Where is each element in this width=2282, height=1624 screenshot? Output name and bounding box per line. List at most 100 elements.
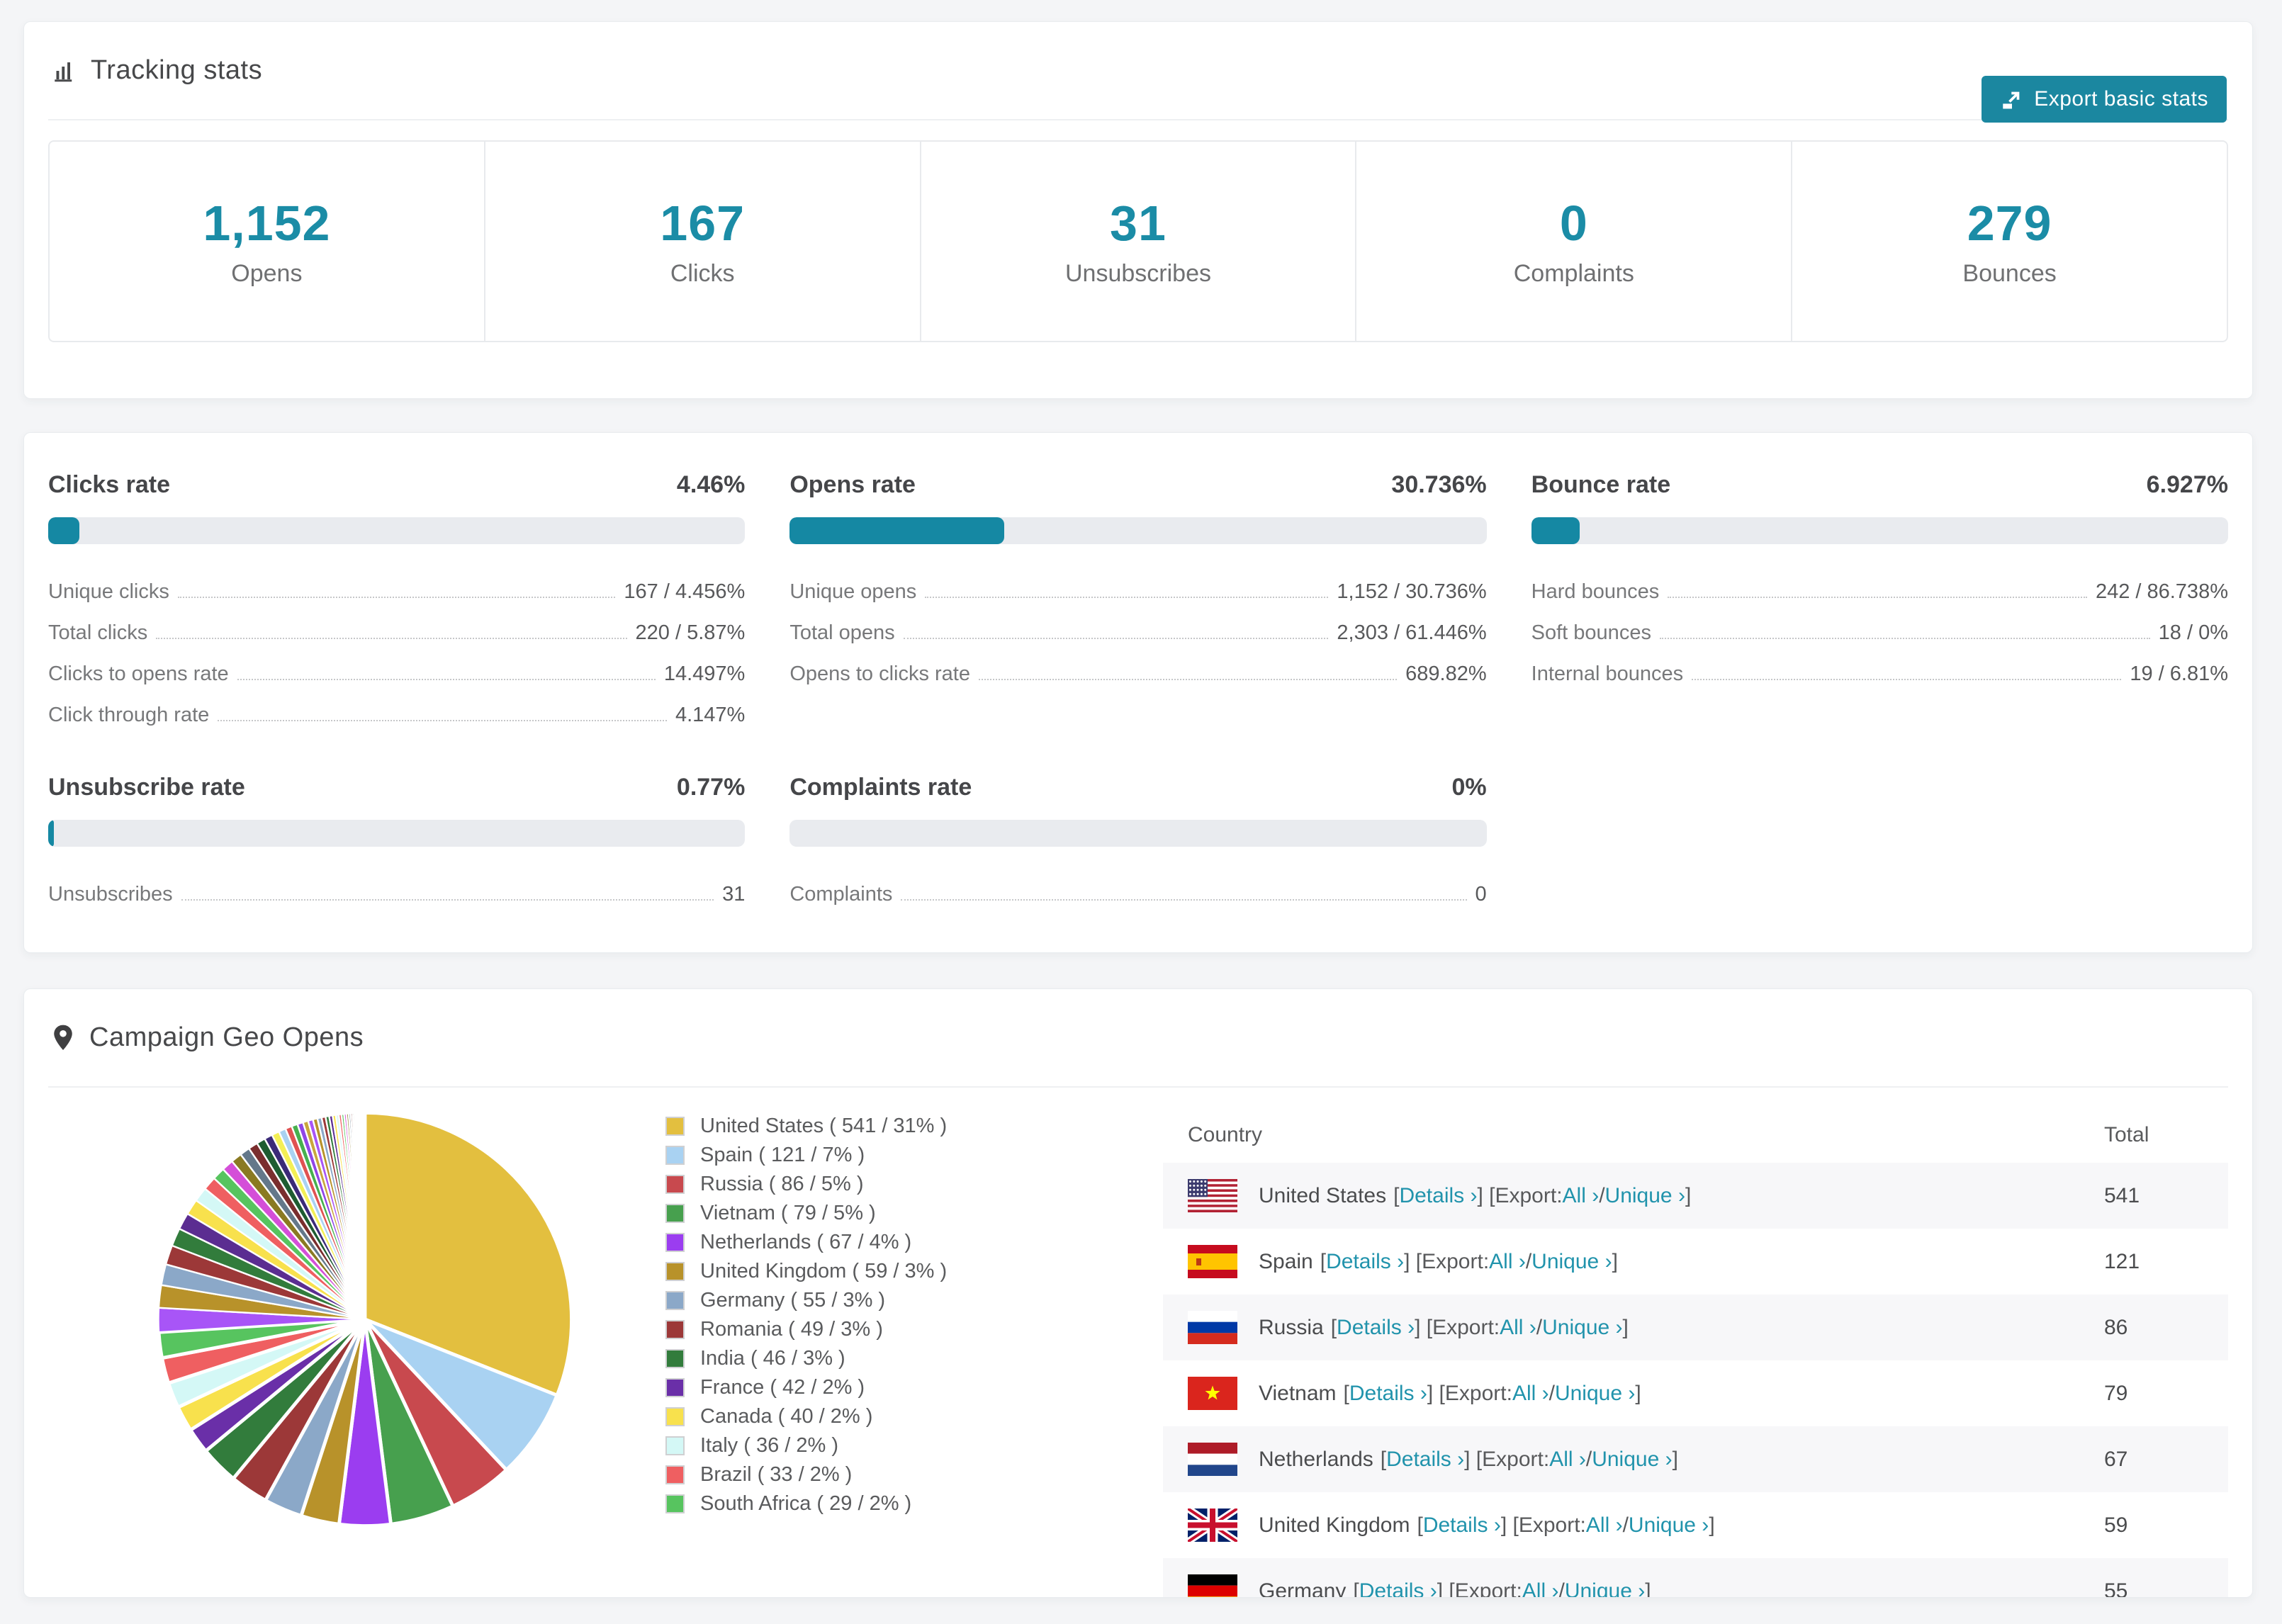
- details-link[interactable]: Details ›: [1399, 1184, 1477, 1208]
- export-all-link[interactable]: All ›: [1512, 1382, 1549, 1406]
- rate-detail-label: Soft bounces: [1531, 621, 1651, 644]
- rate-percent: 30.736%: [1391, 471, 1487, 498]
- details-link[interactable]: Details ›: [1386, 1448, 1464, 1472]
- legend-item[interactable]: Romania ( 49 / 3% ): [665, 1315, 947, 1344]
- total-cell: 67: [2104, 1447, 2128, 1471]
- legend-item[interactable]: United Kingdom ( 59 / 3% ): [665, 1257, 947, 1286]
- rate-rows: Complaints 0: [789, 867, 1486, 908]
- legend-swatch: [665, 1291, 685, 1310]
- export-unique-link[interactable]: Unique ›: [1542, 1316, 1622, 1340]
- rate-percent: 4.46%: [676, 471, 746, 498]
- legend-item[interactable]: Italy ( 36 / 2% ): [665, 1431, 947, 1460]
- dotted-leader: [1668, 597, 2087, 598]
- rate-detail-value: 4.147%: [675, 704, 746, 726]
- country-name: Spain: [1259, 1249, 1313, 1273]
- legend-item[interactable]: Canada ( 40 / 2% ): [665, 1402, 947, 1431]
- export-unique-link[interactable]: Unique ›: [1605, 1184, 1685, 1208]
- export-basic-stats-button[interactable]: Export basic stats: [1982, 76, 2227, 123]
- legend-item[interactable]: India ( 46 / 3% ): [665, 1344, 947, 1373]
- details-link[interactable]: Details ›: [1326, 1250, 1404, 1274]
- legend-item[interactable]: Brazil ( 33 / 2% ): [665, 1460, 947, 1489]
- rate-head: Bounce rate 6.927%: [1531, 471, 2228, 499]
- legend-item[interactable]: France ( 42 / 2% ): [665, 1373, 947, 1402]
- legend-label: Spain ( 121 / 7% ): [700, 1144, 865, 1166]
- details-link[interactable]: Details ›: [1359, 1579, 1437, 1598]
- total-column-header: Total: [2104, 1123, 2149, 1146]
- country-row: United Kingdom [Details ›] [Export: All …: [1163, 1492, 2228, 1558]
- export-all-link[interactable]: All ›: [1522, 1579, 1559, 1598]
- legend-item[interactable]: Russia ( 86 / 5% ): [665, 1170, 947, 1199]
- details-link[interactable]: Details ›: [1349, 1382, 1427, 1406]
- legend-item[interactable]: Netherlands ( 67 / 4% ): [665, 1228, 947, 1257]
- rate-detail-value: 220 / 5.87%: [635, 621, 746, 644]
- export-unique-link[interactable]: Unique ›: [1629, 1513, 1709, 1538]
- legend-label: Russia ( 86 / 5% ): [700, 1173, 864, 1195]
- country-row: Vietnam [Details ›] [Export: All › / Uni…: [1163, 1360, 2228, 1426]
- country-name: United Kingdom: [1259, 1513, 1410, 1537]
- legend-swatch: [665, 1117, 685, 1136]
- rate-panel: Complaints rate 0% Complaints 0: [789, 774, 1487, 908]
- legend-swatch: [665, 1233, 685, 1252]
- stat-label: Unsubscribes: [1065, 260, 1211, 287]
- details-link[interactable]: Details ›: [1423, 1513, 1501, 1538]
- legend-item[interactable]: South Africa ( 29 / 2% ): [665, 1489, 947, 1518]
- legend-swatch: [665, 1378, 685, 1397]
- table-body: United States [Details ›] [Export: All ›…: [1163, 1163, 2228, 1598]
- legend-label: France ( 42 / 2% ): [700, 1376, 865, 1399]
- country-row: Germany [Details ›] [Export: All › / Uni…: [1163, 1558, 2228, 1598]
- rate-title: Bounce rate: [1531, 471, 1671, 498]
- rate-detail-value: 2,303 / 61.446%: [1337, 621, 1487, 644]
- rate-detail-row: Unique clicks 167 / 4.456%: [48, 564, 745, 605]
- stat-label: Clicks: [670, 260, 735, 287]
- country-cell: Netherlands [Details ›] [Export: All › /…: [1163, 1443, 2104, 1476]
- export-all-link[interactable]: All ›: [1489, 1250, 1526, 1274]
- geo-title: Campaign Geo Opens: [89, 1022, 364, 1052]
- export-unique-link[interactable]: Unique ›: [1592, 1448, 1672, 1472]
- dotted-leader: [177, 597, 616, 598]
- export-all-link[interactable]: All ›: [1563, 1184, 1600, 1208]
- stat-label: Complaints: [1513, 260, 1634, 287]
- legend-swatch: [665, 1204, 685, 1223]
- country-name: Germany: [1259, 1579, 1347, 1598]
- stat-label: Opens: [231, 260, 303, 287]
- rate-detail-value: 31: [722, 883, 746, 906]
- legend-swatch: [665, 1494, 685, 1513]
- total-cell: 541: [2104, 1183, 2140, 1207]
- export-all-link[interactable]: All ›: [1586, 1513, 1623, 1538]
- geo-opens-pie-chart[interactable]: [145, 1099, 585, 1540]
- dotted-leader: [903, 638, 1329, 639]
- stats-summary: 1,152 Opens 167 Clicks 31 Unsubscribes 0 Co…: [48, 140, 2228, 342]
- export-all-link[interactable]: All ›: [1500, 1316, 1536, 1340]
- progress-bar-track: [1531, 517, 2228, 544]
- details-link[interactable]: Details ›: [1337, 1316, 1415, 1340]
- rate-detail-label: Unsubscribes: [48, 883, 173, 906]
- legend-label: South Africa ( 29 / 2% ): [700, 1492, 912, 1515]
- export-unique-link[interactable]: Unique ›: [1531, 1250, 1612, 1274]
- legend-item[interactable]: Germany ( 55 / 3% ): [665, 1286, 947, 1315]
- rate-detail-value: 167 / 4.456%: [624, 580, 746, 603]
- stat-value: 1,152: [203, 196, 331, 251]
- legend-swatch: [665, 1465, 685, 1484]
- rate-head: Unsubscribe rate 0.77%: [48, 774, 745, 801]
- legend-item[interactable]: Spain ( 121 / 7% ): [665, 1141, 947, 1170]
- legend-item[interactable]: United States ( 541 / 31% ): [665, 1112, 947, 1141]
- export-unique-link[interactable]: Unique ›: [1555, 1382, 1635, 1406]
- rate-detail-value: 689.82%: [1405, 662, 1487, 685]
- rate-head: Opens rate 30.736%: [789, 471, 1486, 499]
- dotted-leader: [978, 679, 1398, 680]
- rate-title: Unsubscribe rate: [48, 774, 245, 801]
- export-all-link[interactable]: All ›: [1549, 1448, 1586, 1472]
- pie-slice[interactable]: [363, 1112, 366, 1320]
- legend-label: Vietnam ( 79 / 5% ): [700, 1202, 876, 1224]
- stat-label: Bounces: [1962, 260, 2057, 287]
- rate-detail-row: Opens to clicks rate 689.82%: [789, 646, 1486, 687]
- country-row: Spain [Details ›] [Export: All › / Uniqu…: [1163, 1229, 2228, 1295]
- rate-detail-row: Unique opens 1,152 / 30.736%: [789, 564, 1486, 605]
- rate-percent: 0%: [1451, 774, 1487, 801]
- export-unique-link[interactable]: Unique ›: [1565, 1579, 1645, 1598]
- rate-detail-row: Total opens 2,303 / 61.446%: [789, 605, 1486, 646]
- legend-item[interactable]: Vietnam ( 79 / 5% ): [665, 1199, 947, 1228]
- rate-detail-row: Complaints 0: [789, 867, 1486, 908]
- rate-detail-value: 14.497%: [663, 662, 746, 685]
- geo-countries-table: Country Total United States [Details ›] …: [1163, 1107, 2228, 1598]
